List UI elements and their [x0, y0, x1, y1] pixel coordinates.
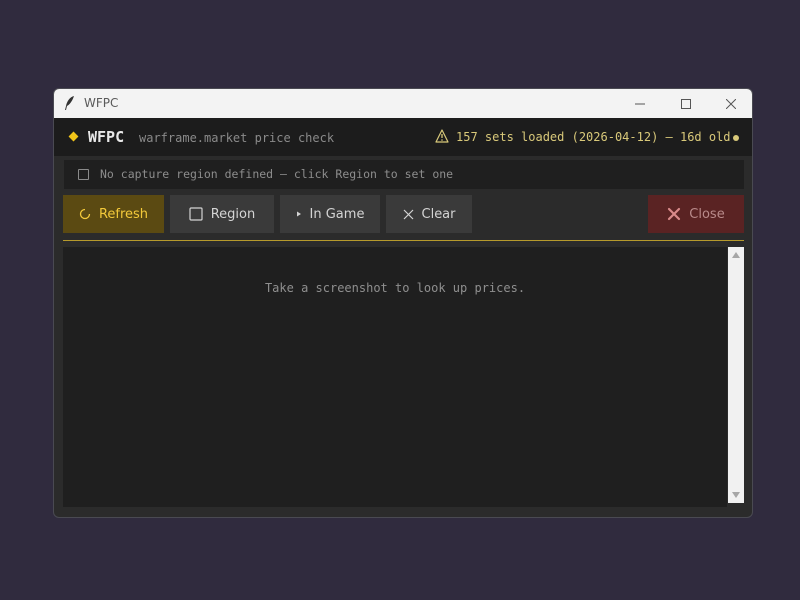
in-game-button[interactable]: In Game — [280, 195, 380, 233]
status-text: 157 sets loaded (2026-04-12) — 16d old — [456, 130, 731, 144]
window-titlebar: WFPC — [54, 89, 752, 118]
refresh-icon — [79, 208, 91, 220]
maximize-icon — [681, 98, 691, 109]
feather-icon — [65, 96, 74, 110]
accent-divider — [63, 240, 744, 241]
close-icon — [668, 207, 681, 221]
x-icon — [403, 209, 413, 219]
region-checkbox[interactable] — [78, 169, 89, 180]
app-window: WFPC WFPC warframe.market price check 15… — [53, 88, 753, 518]
close-button[interactable]: Close — [648, 195, 744, 233]
capture-region-bar: No capture region defined — click Region… — [64, 160, 744, 189]
clear-label: Clear — [421, 206, 456, 222]
minimize-icon — [635, 103, 645, 104]
clear-button[interactable]: Clear — [386, 195, 472, 233]
refresh-button[interactable]: Refresh — [63, 195, 164, 233]
refresh-label: Refresh — [98, 206, 149, 222]
status-dot-icon — [733, 135, 739, 141]
app-header: WFPC warframe.market price check 157 set… — [54, 118, 752, 156]
scroll-down-arrow-icon[interactable] — [732, 492, 740, 498]
results-scrollbar[interactable] — [728, 247, 744, 503]
results-placeholder: Take a screenshot to look up prices. — [264, 281, 526, 295]
in-game-label: In Game — [309, 206, 365, 222]
diamond-icon — [68, 131, 79, 142]
window-title: WFPC — [84, 96, 119, 110]
region-button[interactable]: Region — [170, 195, 274, 233]
brand-subtitle: warframe.market price check — [139, 131, 335, 145]
close-icon — [726, 98, 736, 109]
warning-icon — [435, 129, 449, 143]
minimize-button[interactable] — [617, 89, 663, 118]
maximize-button[interactable] — [663, 89, 709, 118]
square-icon — [189, 207, 203, 221]
results-panel: Take a screenshot to look up prices. — [63, 247, 727, 507]
window-close-button[interactable] — [708, 89, 752, 118]
brand-title: WFPC — [88, 128, 125, 146]
region-message: No capture region defined — click Region… — [100, 167, 454, 181]
close-label: Close — [689, 206, 725, 222]
scroll-up-arrow-icon[interactable] — [732, 252, 740, 258]
play-icon — [296, 211, 301, 217]
region-label: Region — [210, 206, 256, 222]
